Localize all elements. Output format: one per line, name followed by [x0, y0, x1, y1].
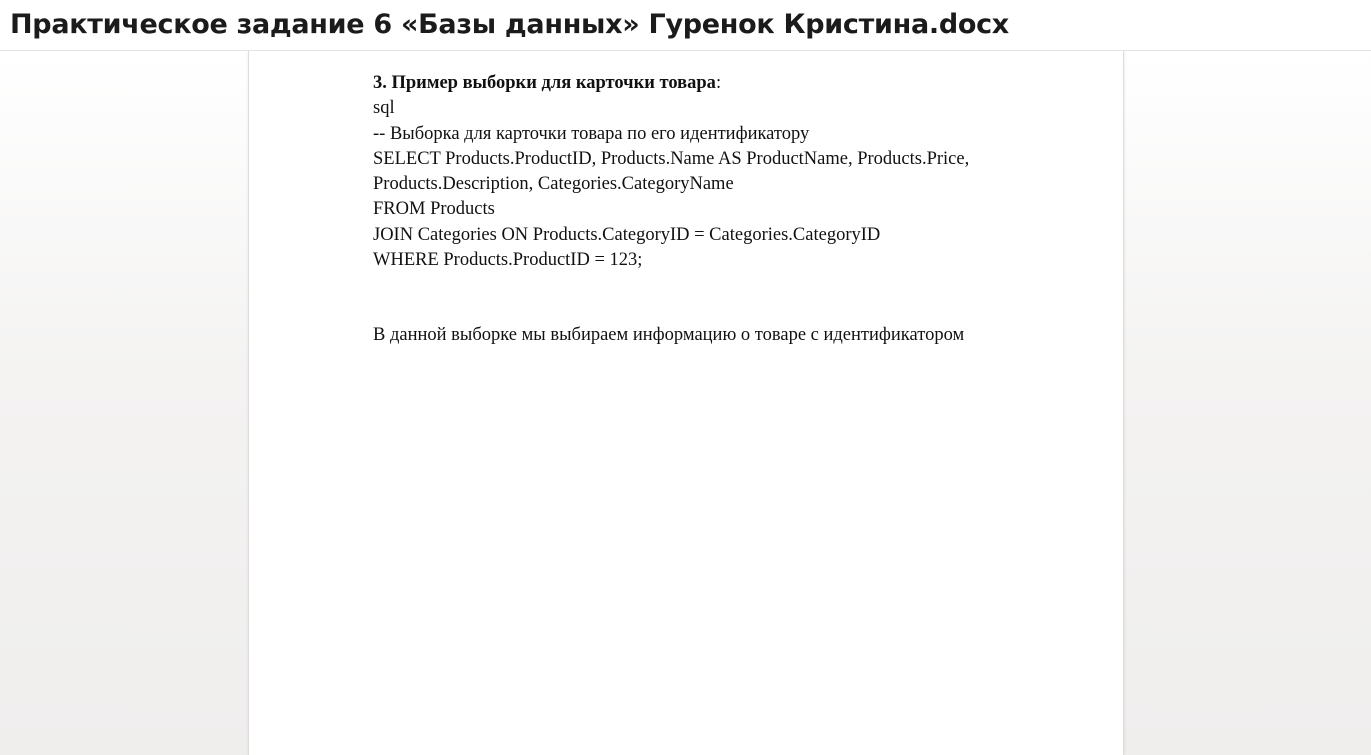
document-page: 3. Пример выборки для карточки товара: s… — [248, 51, 1124, 755]
body-paragraph: В данной выборке мы выбираем информацию … — [373, 325, 965, 346]
sql-select-line: SELECT Products.ProductID, Products.Name… — [373, 148, 970, 169]
sql-select-continuation-line: Products.Description, Categories.Categor… — [373, 174, 734, 195]
sql-from-line: FROM Products — [373, 199, 495, 220]
document-viewer[interactable]: 3. Пример выборки для карточки товара: s… — [0, 51, 1371, 755]
section-heading-text: 3. Пример выборки для карточки товара — [373, 73, 716, 93]
document-title: Практическое задание 6 «Базы данных» Гур… — [10, 9, 1009, 40]
code-language-label: sql — [373, 98, 395, 119]
sql-join-line: JOIN Categories ON Products.CategoryID =… — [373, 224, 881, 245]
document-header: Практическое задание 6 «Базы данных» Гур… — [0, 0, 1371, 51]
section-heading: 3. Пример выборки для карточки товара: — [373, 71, 1093, 96]
sql-comment-line: -- Выборка для карточки товара по его ид… — [373, 123, 810, 144]
section-heading-colon: : — [715, 73, 722, 93]
page-content: 3. Пример выборки для карточки товара: s… — [373, 71, 1093, 349]
sql-where-line: WHERE Products.ProductID = 123; — [373, 250, 643, 271]
